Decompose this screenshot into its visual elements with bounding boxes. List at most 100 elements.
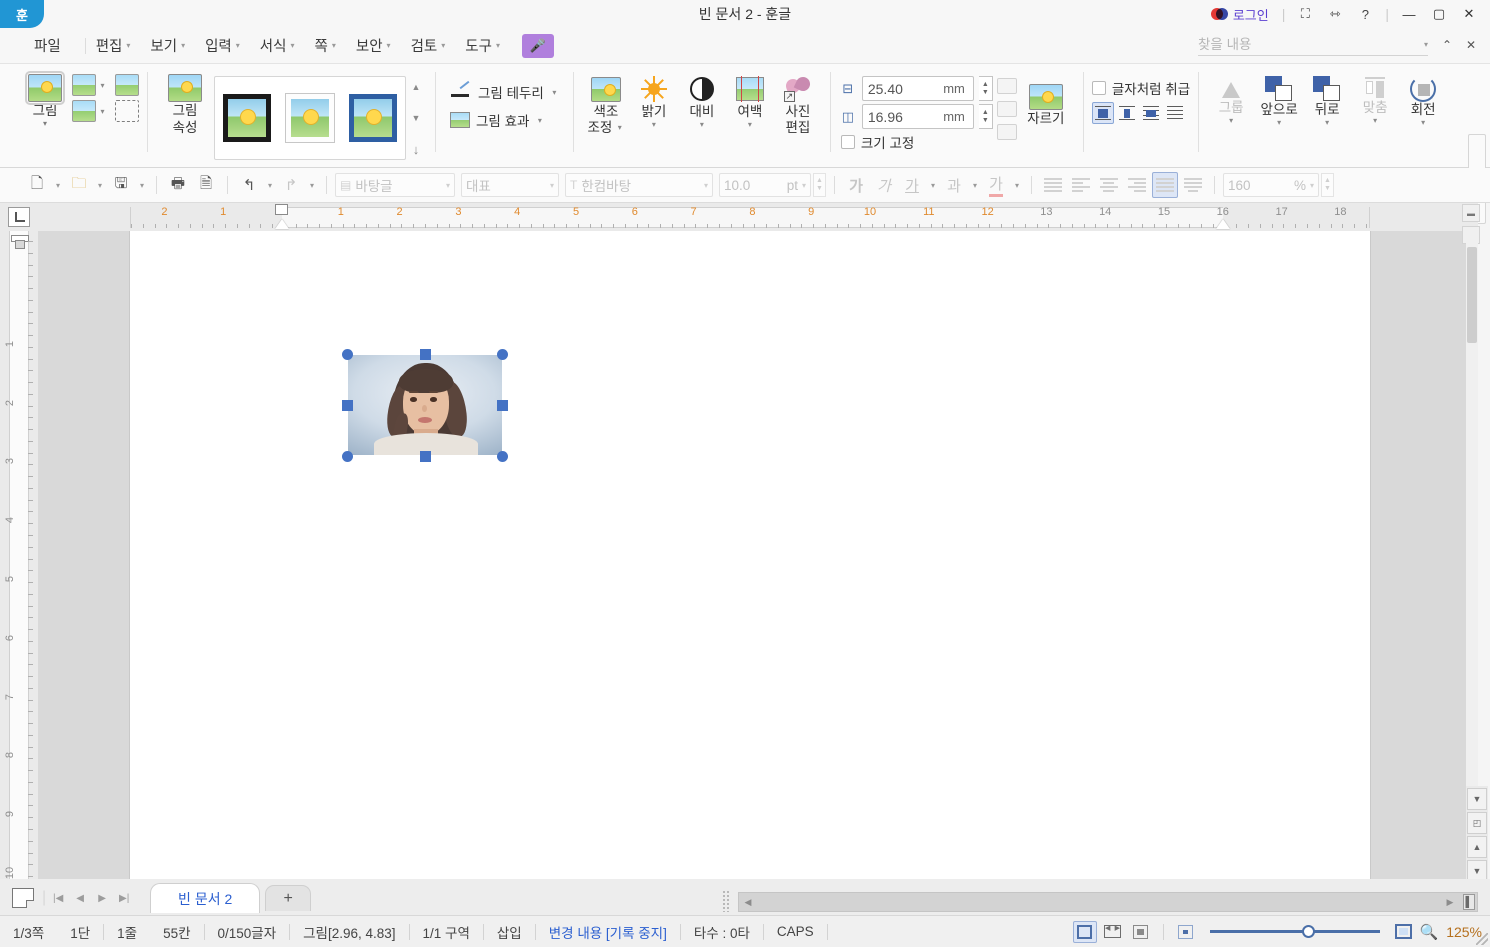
width-fit-view-button[interactable]: [1129, 921, 1153, 943]
vertical-margin-handle[interactable]: [9, 235, 29, 249]
chevron-down-icon[interactable]: ▾: [802, 181, 806, 190]
undo-icon[interactable]: ↰: [236, 172, 262, 198]
font-size-combo[interactable]: 10.0 pt ▾: [719, 173, 811, 197]
mic-icon[interactable]: 🎤: [521, 33, 554, 58]
menu-item-edit[interactable]: 편집 ▾: [86, 33, 141, 59]
scroll-grip[interactable]: ▌: [1463, 894, 1475, 910]
gallery-scroll-down-icon[interactable]: ▼: [409, 107, 423, 129]
font-color-button[interactable]: 가: [983, 172, 1009, 198]
new-doc-icon[interactable]: 🗋: [24, 172, 50, 198]
gallery-expand-icon[interactable]: ↓: [409, 138, 423, 160]
chevron-down-icon[interactable]: ▾: [306, 172, 318, 198]
width-stepper[interactable]: ▲ ▼: [978, 104, 993, 129]
align-distribute-button[interactable]: [1152, 172, 1178, 198]
margin-button[interactable]: 여백 ▾: [726, 68, 774, 129]
width-input[interactable]: 16.96 mm: [861, 104, 974, 129]
height-stepper[interactable]: ▲ ▼: [978, 76, 993, 101]
page-fit-button[interactable]: ◰: [1467, 812, 1487, 834]
picture-reset-icon[interactable]: [115, 74, 139, 96]
first-page-button[interactable]: |◀: [48, 887, 68, 909]
picture-select-icon[interactable]: [115, 100, 139, 122]
wrap-tight-button[interactable]: [1140, 102, 1162, 124]
chevron-down-icon[interactable]: ▾: [615, 120, 624, 136]
help-icon[interactable]: ?: [1352, 2, 1378, 26]
horizontal-scrollbar[interactable]: ◀ ▶ ▌: [738, 892, 1478, 912]
bring-forward-button[interactable]: 앞으로 ▾: [1255, 68, 1303, 127]
first-line-indent-marker[interactable]: [275, 204, 288, 215]
chevron-down-icon[interactable]: ▾: [748, 120, 752, 129]
menu-item-format[interactable]: 서식 ▾: [250, 33, 305, 59]
chevron-down-icon[interactable]: ▾: [98, 81, 107, 90]
menu-item-input[interactable]: 입력 ▾: [195, 33, 250, 59]
hangul-logo-icon[interactable]: 훈: [0, 0, 44, 28]
document-page[interactable]: [130, 231, 1370, 879]
chevron-down-icon[interactable]: ▾: [98, 107, 107, 116]
document-tab[interactable]: 빈 문서 2: [150, 883, 261, 913]
height-input[interactable]: 25.40 mm: [861, 76, 974, 101]
chevron-down-icon[interactable]: ▾: [1424, 40, 1428, 49]
page-icon[interactable]: [12, 888, 34, 908]
chevron-down-icon[interactable]: ▾: [52, 172, 64, 198]
last-page-button[interactable]: ▶|: [114, 887, 134, 909]
resize-handle-sw[interactable]: [342, 451, 353, 462]
single-page-view-button[interactable]: [1072, 920, 1097, 943]
expand-icon[interactable]: ⛶: [1292, 2, 1318, 26]
insert-picture-button[interactable]: 그림 ▾: [18, 68, 72, 128]
scroll-right-button[interactable]: ▶: [1441, 893, 1459, 911]
resize-handle-ne[interactable]: [497, 349, 508, 360]
crop-button[interactable]: 자르기: [1017, 68, 1075, 127]
chevron-down-icon[interactable]: ▾: [1310, 181, 1314, 190]
status-track-changes[interactable]: 변경 내용 [기록 중지]: [536, 921, 680, 943]
treat-as-char-checkbox[interactable]: 글자처럼 취급: [1091, 78, 1190, 98]
redo-icon[interactable]: ↱: [278, 172, 304, 198]
scroll-up-button[interactable]: ▬: [1462, 204, 1480, 222]
magnifier-icon[interactable]: 🔍: [1420, 923, 1439, 941]
style-black-frame-thumb[interactable]: [222, 94, 271, 142]
align-right-button[interactable]: [1124, 172, 1150, 198]
menu-item-page[interactable]: 쪽 ▾: [305, 33, 346, 59]
chevron-down-icon[interactable]: ▾: [446, 181, 450, 190]
chevron-down-icon[interactable]: ▾: [1277, 118, 1281, 127]
scrollbar-thumb[interactable]: [1467, 247, 1477, 343]
resize-handle-se[interactable]: [497, 451, 508, 462]
chevron-down-icon[interactable]: ▾: [535, 116, 544, 125]
resize-handle-s[interactable]: [420, 451, 431, 462]
chevron-down-icon[interactable]: ▾: [550, 88, 559, 97]
chevron-down-icon[interactable]: ▾: [704, 181, 708, 190]
ruler-corner-button[interactable]: [0, 203, 38, 231]
strikethrough-button[interactable]: 과: [941, 172, 967, 198]
picture-save-icon[interactable]: [72, 100, 96, 122]
print-icon[interactable]: 🖶: [165, 172, 191, 198]
scroll-left-button[interactable]: ◀: [739, 893, 757, 911]
resize-handle-w[interactable]: [342, 400, 353, 411]
send-backward-button[interactable]: 뒤로 ▾: [1303, 68, 1351, 127]
chevron-down-icon[interactable]: ▾: [1011, 172, 1023, 198]
brightness-button[interactable]: 밝기 ▾: [630, 68, 678, 129]
chevron-down-icon[interactable]: ▾: [136, 172, 148, 198]
menu-item-security[interactable]: 보안 ▾: [346, 33, 401, 59]
next-page-button[interactable]: ▶: [92, 887, 112, 909]
right-indent-marker[interactable]: [1215, 219, 1230, 229]
rotate-button[interactable]: 회전 ▾: [1399, 68, 1447, 127]
chevron-down-icon[interactable]: ▾: [550, 181, 554, 190]
chevron-down-icon[interactable]: ▾: [652, 120, 656, 129]
photo-edit-button[interactable]: ↗ 사진 편집: [774, 68, 822, 136]
chevron-down-icon[interactable]: ▾: [927, 172, 939, 198]
slider-knob[interactable]: [1301, 925, 1315, 938]
picture-effect-button[interactable]: 그림 효과 ▾: [444, 106, 550, 134]
left-indent-marker[interactable]: [275, 219, 289, 229]
menu-item-tools[interactable]: 도구 ▾: [455, 33, 510, 59]
picture-style-gallery[interactable]: [214, 76, 406, 160]
find-box[interactable]: ▾: [1198, 34, 1428, 56]
chevron-down-icon[interactable]: ▾: [969, 172, 981, 198]
wrap-behind-button[interactable]: [1164, 102, 1186, 124]
minimize-button[interactable]: —: [1396, 2, 1422, 26]
gallery-scroll-up-icon[interactable]: ▲: [409, 76, 423, 98]
line-spacing-combo[interactable]: 160 % ▾: [1223, 173, 1319, 197]
add-tab-button[interactable]: +: [265, 885, 312, 911]
chevron-down-icon[interactable]: ▾: [1229, 116, 1233, 125]
resize-handle-nw[interactable]: [342, 349, 353, 360]
split-handle[interactable]: [722, 890, 730, 912]
align-center-button[interactable]: [1096, 172, 1122, 198]
search-input[interactable]: [1198, 37, 1398, 52]
